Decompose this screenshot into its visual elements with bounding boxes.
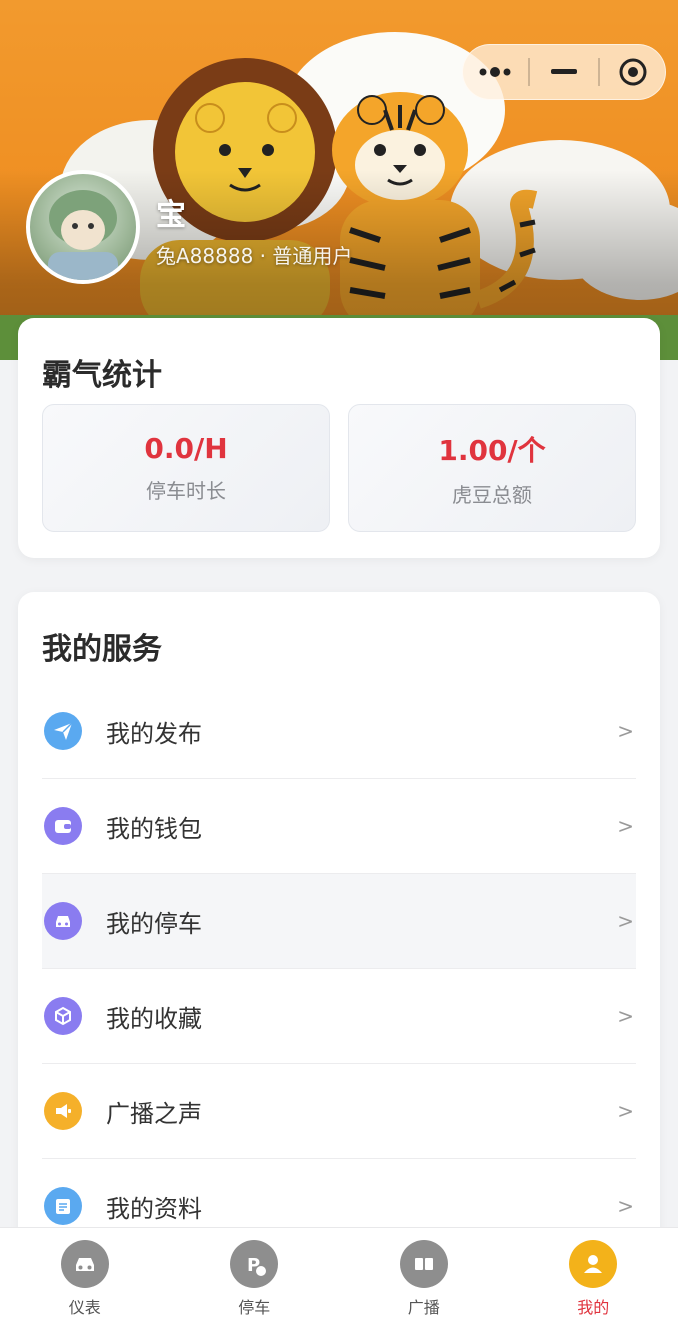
chevron-right-icon: > — [617, 1004, 634, 1028]
tab-dashboard[interactable]: 仪表 — [25, 1240, 145, 1318]
megaphone-icon — [44, 1092, 82, 1130]
tab-label: 广播 — [407, 1298, 440, 1317]
services-list: 我的发布 > 我的钱包 > 我的停车 > 我的收藏 > 广播之声 > 我的资料 … — [42, 684, 636, 1254]
capsule-divider — [597, 58, 600, 86]
user-name: 宝 — [156, 198, 186, 233]
service-item-label: 广播之声 — [106, 1099, 202, 1128]
stat-label: 虎豆总额 — [452, 482, 532, 507]
stats-card: 霸气统计 0.0/H 停车时长 1.00/个 虎豆总额 — [18, 318, 660, 558]
target-circle-icon[interactable] — [603, 44, 663, 100]
more-dots-icon[interactable] — [465, 44, 525, 100]
service-item-label: 我的停车 — [106, 909, 202, 938]
chevron-right-icon: > — [617, 909, 634, 933]
cube-icon — [44, 997, 82, 1035]
car-icon — [44, 902, 82, 940]
chevron-right-icon: > — [617, 814, 634, 838]
user-icon — [569, 1240, 618, 1288]
car-icon — [60, 1240, 109, 1288]
avatar[interactable] — [26, 170, 140, 284]
service-item-label: 我的收藏 — [106, 1004, 202, 1033]
tab-mine[interactable]: 我的 — [533, 1240, 653, 1318]
parking-icon: P — [230, 1240, 279, 1288]
service-item-label: 我的钱包 — [106, 814, 202, 843]
tab-label: 我的 — [577, 1298, 610, 1317]
minimize-icon[interactable] — [534, 44, 594, 100]
tab-label: 仪表 — [68, 1298, 101, 1317]
mini-program-capsule — [462, 44, 666, 100]
capsule-divider — [528, 58, 531, 86]
stat-parking-duration[interactable]: 0.0/H 停车时长 — [42, 404, 330, 532]
stat-tiger-beans[interactable]: 1.00/个 虎豆总额 — [348, 404, 636, 532]
bottom-tab-bar: 仪表 P 停车 广播 我的 — [0, 1227, 678, 1322]
paper-plane-icon — [44, 712, 82, 750]
tab-label: 停车 — [238, 1298, 271, 1317]
user-plate-and-level: 兔A88888 · 普通用户 — [156, 244, 353, 268]
service-item-label: 我的资料 — [106, 1194, 202, 1223]
service-item-my-posts[interactable]: 我的发布 > — [42, 684, 636, 779]
profile-banner: 宝 兔A88888 · 普通用户 — [0, 0, 678, 360]
stats-title: 霸气统计 — [42, 358, 162, 393]
wallet-icon — [44, 807, 82, 845]
service-item-label: 我的发布 — [106, 719, 202, 748]
stat-value: 0.0/H — [144, 432, 228, 465]
service-item-my-favorites[interactable]: 我的收藏 > — [42, 969, 636, 1064]
service-item-my-wallet[interactable]: 我的钱包 > — [42, 779, 636, 874]
tab-broadcast[interactable]: 广播 — [364, 1240, 484, 1318]
book-icon — [399, 1240, 448, 1288]
services-card: 我的服务 我的发布 > 我的钱包 > 我的停车 > 我的收藏 > 广播之声 > … — [18, 592, 660, 1322]
chevron-right-icon: > — [617, 1194, 634, 1218]
edit-note-icon — [44, 1187, 82, 1225]
tab-parking[interactable]: P 停车 — [194, 1240, 314, 1318]
service-item-my-parking[interactable]: 我的停车 > — [42, 874, 636, 969]
services-title: 我的服务 — [42, 632, 162, 667]
service-item-broadcast-voice[interactable]: 广播之声 > — [42, 1064, 636, 1159]
chevron-right-icon: > — [617, 719, 634, 743]
chevron-right-icon: > — [617, 1099, 634, 1123]
stat-value: 1.00/个 — [438, 433, 546, 467]
stat-label: 停车时长 — [146, 479, 226, 503]
